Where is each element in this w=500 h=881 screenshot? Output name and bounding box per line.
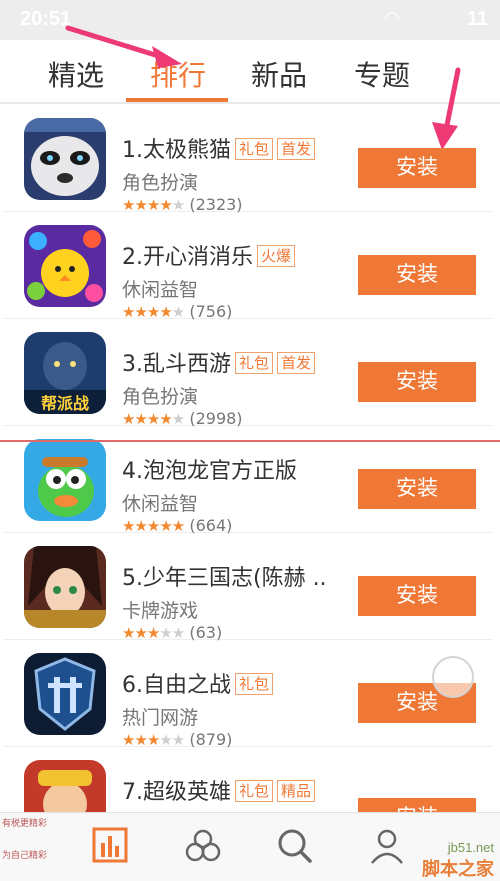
app-rating: ★★★★★ (63) bbox=[122, 623, 222, 642]
app-name: 7.超级英雄 bbox=[122, 780, 231, 805]
app-category: 休闲益智 bbox=[122, 493, 199, 515]
app-name: 5.少年三国志(陈赫 .. bbox=[122, 566, 327, 591]
gift-badge: 礼包 bbox=[235, 138, 274, 160]
install-button[interactable]: 安装 bbox=[358, 148, 476, 188]
ranking-chart-icon[interactable] bbox=[92, 827, 132, 867]
icon-text: 帮派战 bbox=[41, 394, 89, 413]
install-button[interactable]: 安装 bbox=[358, 469, 476, 509]
tab-ranking[interactable]: 排行 bbox=[128, 54, 228, 94]
review-count: (63) bbox=[189, 623, 223, 642]
star-rating: ★★★★★ bbox=[122, 196, 185, 214]
user-icon[interactable] bbox=[368, 827, 408, 867]
app-category: 角色扮演 bbox=[122, 386, 199, 408]
star-rating: ★★★★★ bbox=[122, 517, 185, 535]
app-name: 2.开心消消乐 bbox=[122, 245, 253, 270]
review-count: (879) bbox=[189, 730, 233, 749]
wifi-icon: ◠ bbox=[384, 8, 400, 29]
star-rating: ★★★★★ bbox=[122, 624, 185, 642]
hot-badge: 火爆 bbox=[257, 245, 296, 267]
app-name: 3.乱斗西游 bbox=[122, 352, 231, 377]
first-release-badge: 首发 bbox=[277, 138, 316, 160]
app-rating: ★★★★★ (756) bbox=[122, 302, 232, 321]
install-button[interactable]: 安装 bbox=[358, 362, 476, 402]
tab-topics[interactable]: 专题 bbox=[332, 54, 432, 94]
list-item[interactable]: 5.少年三国志(陈赫 .. 卡牌游戏 ★★★★★ (63) 安装 bbox=[4, 534, 492, 642]
category-circles-icon[interactable] bbox=[184, 827, 224, 867]
list-item[interactable]: 1.太极熊猫 礼包 首发 角色扮演 ★★★★★ (2323) 安装 bbox=[4, 106, 492, 214]
app-rating: ★★★★★ (2998) bbox=[122, 409, 243, 428]
star-rating: ★★★★★ bbox=[122, 410, 185, 428]
app-name: 6.自由之战 bbox=[122, 673, 231, 698]
list-item[interactable]: 帮派战 3.乱斗西游 礼包 首发 角色扮演 ★★★★★ (2998) 安装 bbox=[4, 320, 492, 428]
floating-assist-button[interactable] bbox=[432, 656, 474, 698]
status-battery-text: 11 bbox=[466, 8, 488, 30]
search-icon[interactable] bbox=[276, 827, 316, 867]
list-item[interactable]: 2.开心消消乐 火爆 休闲益智 ★★★★★ (756) 安装 bbox=[4, 213, 492, 321]
app-rating: ★★★★★ (879) bbox=[122, 730, 232, 749]
app-name: 1.太极熊猫 bbox=[122, 138, 231, 163]
gift-badge: 礼包 bbox=[235, 673, 274, 695]
list-item[interactable]: 4.泡泡龙官方正版 休闲益智 ★★★★★ (664) 安装 bbox=[4, 427, 492, 535]
watermark-url: jb51.net bbox=[447, 840, 494, 855]
app-rating: ★★★★★ (2323) bbox=[122, 195, 243, 214]
app-icon-bubble-dragon[interactable] bbox=[24, 439, 106, 521]
tab-new[interactable]: 新品 bbox=[229, 54, 329, 94]
app-icon-luandou-xiyou[interactable]: 帮派战 bbox=[24, 332, 106, 414]
site-watermark: jb51.net 脚本之家 bbox=[422, 840, 494, 881]
review-count: (2998) bbox=[189, 409, 243, 428]
app-category: 角色扮演 bbox=[122, 172, 199, 194]
review-count: (664) bbox=[189, 516, 233, 535]
app-icon-happy-elimination[interactable] bbox=[24, 225, 106, 307]
watermark-stamp: 有税更精彩 为自己精彩 bbox=[2, 819, 48, 861]
review-count: (2323) bbox=[189, 195, 243, 214]
app-category: 热门网游 bbox=[122, 707, 199, 729]
status-bar: 20:51 ◠ 11 bbox=[0, 0, 500, 40]
install-button[interactable]: 安装 bbox=[358, 576, 476, 616]
gift-badge: 礼包 bbox=[235, 352, 274, 374]
premium-badge: 精品 bbox=[277, 780, 316, 802]
app-category: 休闲益智 bbox=[122, 279, 199, 301]
active-tab-indicator bbox=[126, 98, 228, 102]
tab-featured[interactable]: 精选 bbox=[26, 54, 126, 94]
status-time: 20:51 bbox=[20, 8, 72, 30]
app-category: 卡牌游戏 bbox=[122, 600, 199, 622]
app-icon-taiji-panda[interactable] bbox=[24, 118, 106, 200]
star-rating: ★★★★★ bbox=[122, 731, 185, 749]
review-count: (756) bbox=[189, 302, 233, 321]
gift-badge: 礼包 bbox=[235, 780, 274, 802]
install-button[interactable]: 安装 bbox=[358, 255, 476, 295]
star-rating: ★★★★★ bbox=[122, 303, 185, 321]
app-icon-shaonian-sanguo[interactable] bbox=[24, 546, 106, 628]
app-icon-ziyou-zhizhan[interactable] bbox=[24, 653, 106, 735]
app-name: 4.泡泡龙官方正版 bbox=[122, 459, 297, 484]
annotation-line bbox=[0, 440, 500, 442]
watermark-name: 脚本之家 bbox=[422, 859, 494, 880]
list-item[interactable]: 6.自由之战 礼包 热门网游 ★★★★★ (879) 安装 bbox=[4, 641, 492, 749]
first-release-badge: 首发 bbox=[277, 352, 316, 374]
app-rating: ★★★★★ (664) bbox=[122, 516, 232, 535]
category-tabs: 精选 排行 新品 专题 bbox=[0, 40, 500, 104]
